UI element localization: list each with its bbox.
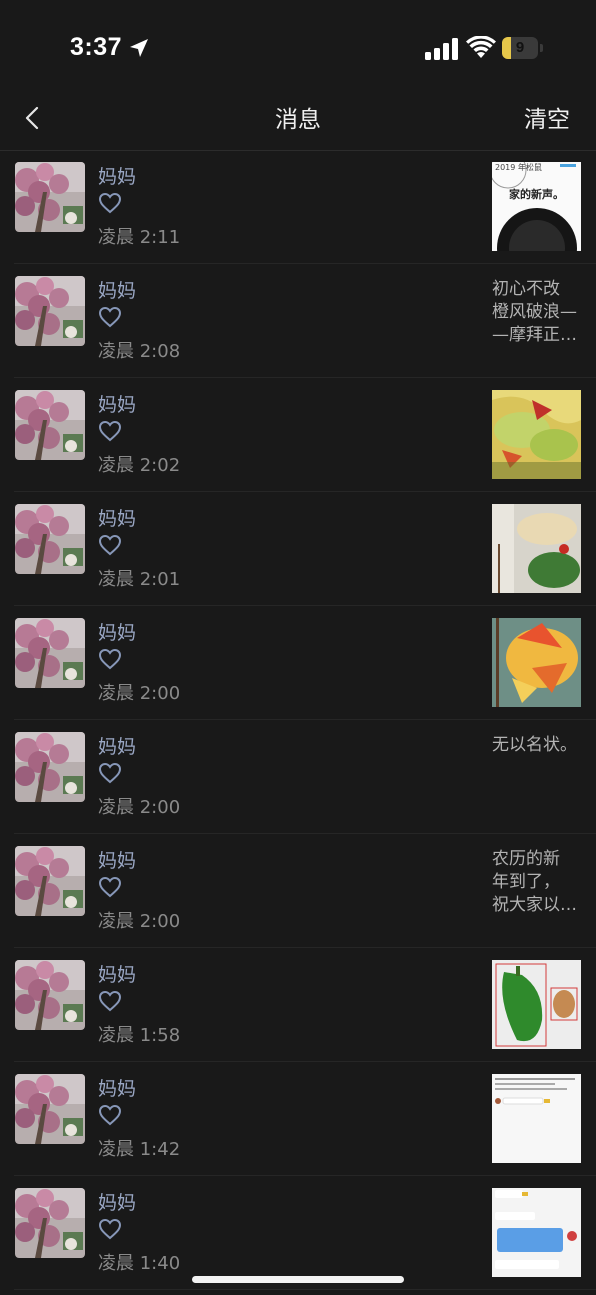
sender-name: 妈妈 bbox=[98, 508, 137, 530]
message-row[interactable]: 妈妈 凌晨 1:58 bbox=[0, 948, 596, 1062]
avatar[interactable] bbox=[15, 504, 85, 574]
sender-name: 妈妈 bbox=[98, 850, 137, 872]
food-photo-icon[interactable] bbox=[492, 390, 581, 479]
heart-icon bbox=[98, 306, 122, 328]
avatar[interactable] bbox=[15, 846, 85, 916]
message-row[interactable]: 妈妈 凌晨 2:08 初心不改 橙风破浪— —摩拜正… bbox=[0, 264, 596, 378]
heart-icon bbox=[98, 534, 122, 556]
message-time: 凌晨 1:40 bbox=[98, 1253, 181, 1274]
nav-bar: 消息 清空 bbox=[0, 96, 596, 151]
heart-icon bbox=[98, 990, 122, 1012]
chat-screenshot-icon[interactable] bbox=[492, 1074, 581, 1163]
avatar[interactable] bbox=[15, 732, 85, 802]
heart-icon bbox=[98, 1218, 122, 1240]
preview-text[interactable]: 无以名状。 bbox=[492, 734, 584, 757]
heart-icon bbox=[98, 876, 122, 898]
avatar[interactable] bbox=[15, 1188, 85, 1258]
message-row[interactable]: 妈妈 凌晨 2:00 bbox=[0, 606, 596, 720]
page-title: 消息 bbox=[275, 107, 321, 133]
avatar[interactable] bbox=[15, 390, 85, 460]
avatar[interactable] bbox=[15, 276, 85, 346]
message-time: 凌晨 2:01 bbox=[98, 569, 181, 590]
heart-icon bbox=[98, 1104, 122, 1126]
preview-text[interactable]: 农历的新 年到了， 祝大家以… bbox=[492, 848, 584, 917]
message-list: 妈妈 凌晨 2:11 家的新声。 2019 年松鼠 妈妈 凌晨 2:08 初心不改 … bbox=[0, 150, 596, 1290]
message-row[interactable]: 妈妈 凌晨 1:40 bbox=[0, 1176, 596, 1290]
sender-name: 妈妈 bbox=[98, 964, 137, 986]
chat-screenshot-icon[interactable] bbox=[492, 1188, 581, 1277]
avatar[interactable] bbox=[15, 1074, 85, 1144]
preview-text[interactable]: 初心不改 橙风破浪— —摩拜正… bbox=[492, 278, 584, 347]
location-arrow-icon bbox=[130, 39, 148, 57]
cellular-signal-icon bbox=[425, 38, 458, 60]
message-time: 凌晨 2:02 bbox=[98, 455, 181, 476]
message-row[interactable]: 妈妈 凌晨 2:00 农历的新 年到了， 祝大家以… bbox=[0, 834, 596, 948]
avatar[interactable] bbox=[15, 960, 85, 1030]
heart-icon bbox=[98, 648, 122, 670]
message-time: 凌晨 2:00 bbox=[98, 911, 181, 932]
battery-percent: 9 bbox=[515, 39, 525, 56]
food-photo-icon[interactable] bbox=[492, 504, 581, 593]
article-screenshot-icon[interactable]: 家的新声。 2019 年松鼠 bbox=[492, 162, 581, 251]
message-time: 凌晨 1:42 bbox=[98, 1139, 181, 1160]
sender-name: 妈妈 bbox=[98, 736, 137, 758]
sender-name: 妈妈 bbox=[98, 166, 137, 188]
sender-name: 妈妈 bbox=[98, 280, 137, 302]
home-indicator[interactable] bbox=[192, 1276, 404, 1283]
message-row[interactable]: 妈妈 凌晨 2:11 家的新声。 2019 年松鼠 bbox=[0, 150, 596, 264]
vegetable-photo-icon[interactable] bbox=[492, 960, 581, 1049]
message-time: 凌晨 2:00 bbox=[98, 797, 181, 818]
heart-icon bbox=[98, 192, 122, 214]
message-row[interactable]: 妈妈 凌晨 1:42 bbox=[0, 1062, 596, 1176]
message-row[interactable]: 妈妈 凌晨 2:01 bbox=[0, 492, 596, 606]
battery-icon: 9 bbox=[502, 37, 544, 59]
sender-name: 妈妈 bbox=[98, 1078, 137, 1100]
clear-button[interactable]: 清空 bbox=[524, 100, 570, 134]
wifi-icon bbox=[466, 36, 496, 58]
message-row[interactable]: 妈妈 凌晨 2:02 bbox=[0, 378, 596, 492]
food-photo-icon[interactable] bbox=[492, 618, 581, 707]
avatar[interactable] bbox=[15, 162, 85, 232]
sender-name: 妈妈 bbox=[98, 1192, 137, 1214]
avatar[interactable] bbox=[15, 618, 85, 688]
sender-name: 妈妈 bbox=[98, 622, 137, 644]
heart-icon bbox=[98, 762, 122, 784]
sender-name: 妈妈 bbox=[98, 394, 137, 416]
status-bar: 3:37 9 bbox=[0, 0, 596, 96]
message-time: 凌晨 1:58 bbox=[98, 1025, 181, 1046]
message-time: 凌晨 2:08 bbox=[98, 341, 181, 362]
message-time: 凌晨 2:00 bbox=[98, 683, 181, 704]
preview-caption: 家的新声。 bbox=[509, 188, 564, 201]
status-time: 3:37 bbox=[70, 33, 123, 61]
preview-caption-top: 2019 年松鼠 bbox=[495, 163, 542, 172]
heart-icon bbox=[98, 420, 122, 442]
message-time: 凌晨 2:11 bbox=[98, 227, 181, 248]
message-row[interactable]: 妈妈 凌晨 2:00 无以名状。 bbox=[0, 720, 596, 834]
